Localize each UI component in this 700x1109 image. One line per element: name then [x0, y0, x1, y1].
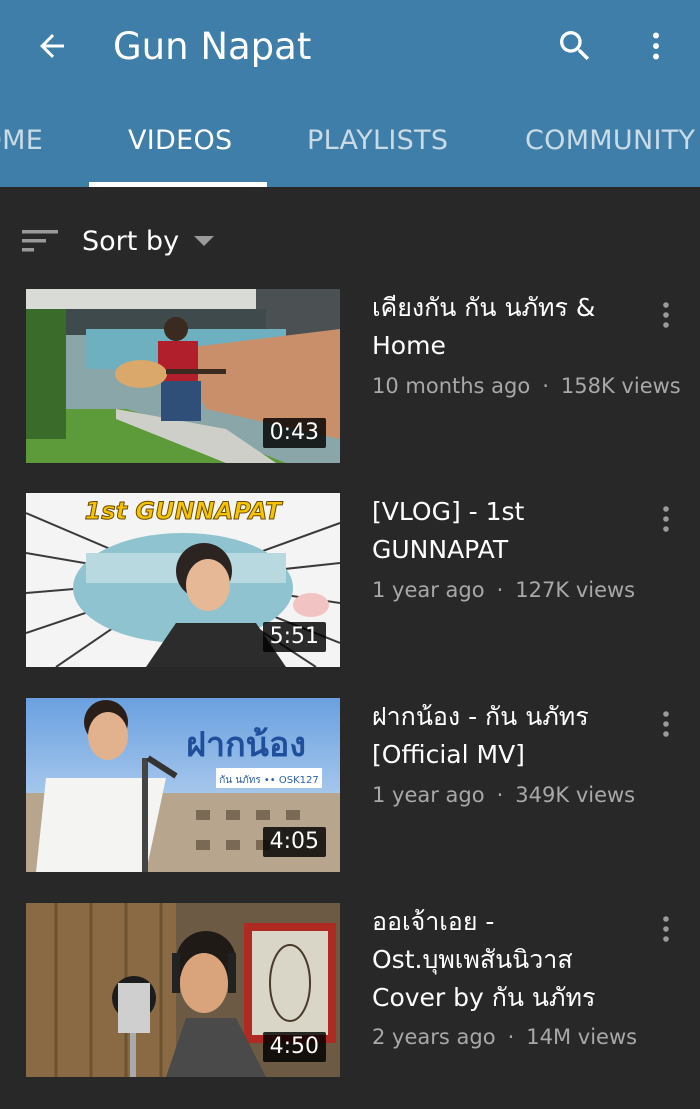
- arrow-back-icon: [40, 34, 64, 58]
- video-title[interactable]: [VLOG] - 1st GUNNAPAT: [372, 493, 630, 569]
- video-meta: 1 year ago · 127K views: [372, 575, 635, 605]
- thumbnail-text: 1st GUNNAPAT: [85, 497, 283, 525]
- video-title[interactable]: เคียงกัน กัน นภัทร & Home: [372, 289, 630, 365]
- thumbnail-text: ฝากน้อง: [186, 725, 306, 765]
- video-meta: 1 year ago · 349K views: [372, 780, 635, 810]
- video-thumbnail[interactable]: ฝากน้อง กัน นภัทร •• OSK127 4:05: [26, 698, 340, 872]
- video-meta: 2 years ago · 14M views: [372, 1022, 637, 1052]
- sort-by-button[interactable]: Sort by: [22, 217, 215, 265]
- video-duration: 0:43: [262, 418, 326, 448]
- meta-separator: ·: [542, 374, 549, 398]
- active-tab-indicator: [89, 182, 267, 187]
- video-views: 349K views: [515, 783, 636, 807]
- video-item[interactable]: 1st GUNNAPAT 5:51 [VLOG] - 1st GUNNAPAT …: [0, 493, 700, 667]
- video-thumbnail[interactable]: 1st GUNNAPAT 5:51: [26, 493, 340, 667]
- video-thumbnail[interactable]: 4:50: [26, 903, 340, 1077]
- tab-home[interactable]: HOME: [0, 100, 43, 187]
- video-views: 127K views: [515, 578, 636, 602]
- search-icon: [560, 31, 590, 61]
- video-age: 1 year ago: [372, 578, 485, 602]
- more-vert-icon: [663, 916, 669, 942]
- video-duration: 5:51: [262, 622, 326, 652]
- sort-bar: Sort by: [0, 205, 700, 275]
- more-options-button[interactable]: [632, 18, 680, 74]
- video-views: 158K views: [560, 374, 681, 398]
- video-thumbnail[interactable]: 0:43: [26, 289, 340, 463]
- video-item[interactable]: 0:43 เคียงกัน กัน นภัทร & Home 10 months…: [0, 289, 700, 463]
- meta-separator: ·: [496, 783, 504, 807]
- video-meta: 10 months ago · 158K views: [372, 371, 681, 401]
- dropdown-arrow-icon: [194, 236, 215, 246]
- tab-playlists[interactable]: PLAYLISTS: [307, 100, 448, 187]
- more-vert-icon: [653, 32, 659, 60]
- video-views: 14M views: [526, 1025, 638, 1049]
- more-vert-icon: [663, 302, 669, 328]
- meta-separator: ·: [496, 578, 504, 602]
- more-vert-icon: [663, 506, 669, 532]
- video-title[interactable]: ออเจ้าเอย - Ost.บุพเพสันนิวาส Cover by ก…: [372, 903, 630, 1017]
- more-vert-icon: [663, 711, 669, 737]
- video-duration: 4:50: [262, 1032, 326, 1062]
- tab-community[interactable]: COMMUNITY: [525, 100, 695, 187]
- video-age: 1 year ago: [372, 783, 485, 807]
- video-age: 2 years ago: [372, 1025, 496, 1049]
- video-age: 10 months ago: [372, 374, 531, 398]
- video-item[interactable]: 4:50 ออเจ้าเอย - Ost.บุพเพสันนิวาส Cover…: [0, 903, 700, 1077]
- search-button[interactable]: [548, 18, 602, 74]
- back-button[interactable]: [24, 18, 80, 74]
- thumbnail-subtext: กัน นภัทร •• OSK127: [219, 775, 318, 786]
- app-bar: Gun Napat HOME VIDEOS PLAYLISTS COMMUNIT…: [0, 0, 700, 187]
- tab-videos[interactable]: VIDEOS: [128, 100, 232, 187]
- video-title[interactable]: ฝากน้อง - กัน นภัทร [Official MV]: [372, 698, 630, 774]
- video-more-button[interactable]: [648, 704, 684, 744]
- video-more-button[interactable]: [648, 295, 684, 335]
- video-duration: 4:05: [262, 827, 326, 857]
- video-more-button[interactable]: [648, 499, 684, 539]
- channel-tabs: HOME VIDEOS PLAYLISTS COMMUNITY: [0, 100, 700, 187]
- sort-by-label: Sort by: [82, 225, 180, 257]
- video-item[interactable]: ฝากน้อง กัน นภัทร •• OSK127 4:05 ฝากน้อง…: [0, 698, 700, 872]
- sort-icon: [22, 230, 58, 252]
- video-more-button[interactable]: [648, 909, 684, 949]
- channel-title: Gun Napat: [113, 25, 312, 68]
- meta-separator: ·: [507, 1025, 515, 1049]
